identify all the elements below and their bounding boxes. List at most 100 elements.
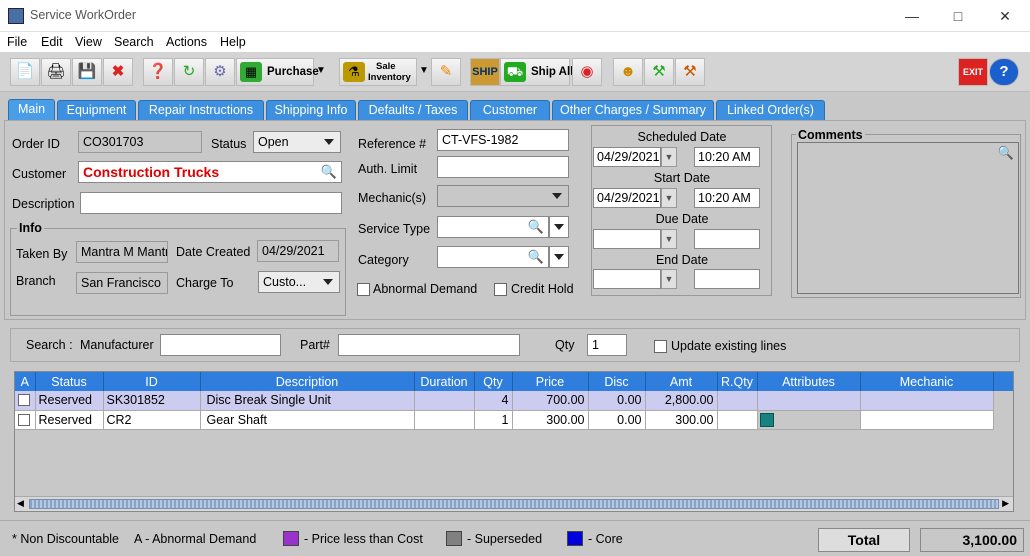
start-date-field[interactable]: 04/29/2021 — [593, 188, 661, 208]
ship-all-button[interactable]: ⛟ Ship All — [500, 58, 573, 86]
scheduled-time-field[interactable]: 10:20 AM — [694, 147, 760, 167]
attribute-swatch[interactable] — [759, 412, 774, 427]
customer-field[interactable]: Construction Trucks 🔍 — [78, 161, 342, 183]
col-header-a[interactable]: A — [15, 372, 36, 391]
credit-hold-checkbox[interactable] — [494, 283, 507, 296]
auth-limit-field[interactable] — [437, 156, 569, 178]
menu-edit[interactable]: Edit — [41, 35, 63, 49]
col-header-mechanic[interactable]: Mechanic — [860, 372, 994, 391]
menu-search[interactable]: Search — [114, 35, 154, 49]
update-existing-checkbox[interactable] — [654, 340, 667, 353]
col-header-amt[interactable]: Amt — [645, 372, 718, 391]
exit-icon[interactable]: EXIT — [958, 58, 988, 86]
end-date-field[interactable] — [593, 269, 661, 289]
scroll-right-icon[interactable]: ▶ — [1002, 498, 1009, 509]
ship-icon[interactable]: SHIP — [470, 58, 500, 86]
table-row[interactable]: Reserved CR2 Gear Shaft 1 300.00 0.00 30… — [15, 410, 1013, 430]
end-time-field[interactable] — [694, 269, 760, 289]
row-checkbox[interactable] — [18, 394, 30, 407]
col-header-qty[interactable]: Qty — [474, 372, 513, 391]
due-time-field[interactable] — [694, 229, 760, 249]
mechanics-select[interactable] — [437, 185, 569, 207]
service-type-dropdown[interactable] — [549, 216, 569, 238]
tab-defaults-taxes[interactable]: Defaults / Taxes — [358, 100, 468, 120]
charge-to-select[interactable]: Custo... — [258, 271, 340, 293]
description-label: Description — [12, 197, 75, 211]
new-document-icon[interactable]: 📄 — [10, 58, 40, 86]
row-checkbox[interactable] — [18, 413, 30, 426]
settings-icon[interactable]: ⚙ — [205, 58, 235, 86]
description-field[interactable] — [80, 192, 342, 214]
truck-icon: ⛟ — [504, 62, 526, 82]
edit-pencil-icon[interactable]: ✎ — [431, 58, 461, 86]
tab-other-charges-summary[interactable]: Other Charges / Summary — [552, 100, 714, 120]
status-select[interactable]: Open — [253, 131, 341, 153]
window-title: Service WorkOrder — [30, 8, 137, 22]
scheduled-date-picker-icon[interactable]: ▼ — [661, 147, 677, 167]
minimize-icon[interactable]: — — [902, 6, 922, 26]
col-header-id[interactable]: ID — [103, 372, 201, 391]
scheduled-date-field[interactable]: 04/29/2021 — [593, 147, 661, 167]
category-field[interactable]: 🔍 — [437, 246, 549, 268]
tab-equipment[interactable]: Equipment — [57, 100, 136, 120]
qty-input[interactable]: 1 — [587, 334, 627, 356]
save-icon[interactable]: 💾 — [72, 58, 102, 86]
tab-shipping-info[interactable]: Shipping Info — [266, 100, 356, 120]
scrollbar-thumb[interactable] — [29, 499, 999, 509]
part-input[interactable] — [338, 334, 520, 356]
end-date-picker-icon[interactable]: ▼ — [661, 269, 677, 289]
start-date-picker-icon[interactable]: ▼ — [661, 188, 677, 208]
menu-file[interactable]: File — [7, 35, 27, 49]
tab-main[interactable]: Main — [8, 99, 55, 120]
service-type-field[interactable]: 🔍 — [437, 216, 549, 238]
col-header-price[interactable]: Price — [512, 372, 589, 391]
search-icon[interactable]: 🔍 — [528, 219, 544, 235]
refresh-icon[interactable]: ↻ — [174, 58, 204, 86]
tab-customer[interactable]: Customer — [470, 100, 550, 120]
sale-inventory-button[interactable]: ⚗ Sale Inventory — [339, 58, 417, 86]
toolbar: 📄 🖨 💾 ✖ ❓ ↻ ⚙ ▦ Purchase ▼ ⚗ Sale Invent… — [0, 52, 1030, 92]
horizontal-scrollbar[interactable]: ◀ ▶ — [15, 496, 1013, 511]
help-document-icon[interactable]: ❓ — [143, 58, 173, 86]
maximize-icon[interactable]: □ — [948, 6, 968, 26]
col-header-disc[interactable]: Disc — [588, 372, 646, 391]
col-header-attributes[interactable]: Attributes — [757, 372, 861, 391]
category-dropdown[interactable] — [549, 246, 569, 268]
apple-icon[interactable]: ◉ — [572, 58, 602, 86]
comments-textarea[interactable]: 🔍 — [797, 142, 1019, 294]
menu-view[interactable]: View — [75, 35, 102, 49]
table-row[interactable]: Reserved SK301852 Disc Break Single Unit… — [15, 391, 1013, 411]
remove-tool-icon[interactable]: ⚒ — [675, 58, 705, 86]
menu-help[interactable]: Help — [220, 35, 246, 49]
print-icon[interactable]: 🖨 — [41, 58, 71, 86]
row-qty: 1 — [474, 410, 513, 430]
status-label: Status — [211, 137, 247, 151]
col-header-status[interactable]: Status — [35, 372, 104, 391]
purchase-button[interactable]: ▦ Purchase — [236, 58, 319, 86]
reference-field[interactable]: CT-VFS-1982 — [437, 129, 569, 151]
add-tool-icon[interactable]: ⚒ — [644, 58, 674, 86]
col-header-rqty[interactable]: R.Qty — [717, 372, 758, 391]
search-icon[interactable]: 🔍 — [528, 249, 544, 265]
row-duration — [414, 410, 475, 430]
tab-repair-instructions[interactable]: Repair Instructions — [138, 100, 264, 120]
tab-linked-orders[interactable]: Linked Order(s) — [716, 100, 825, 120]
abnormal-demand-checkbox[interactable] — [357, 283, 370, 296]
search-icon[interactable]: 🔍 — [321, 164, 337, 180]
due-date-field[interactable] — [593, 229, 661, 249]
col-header-duration[interactable]: Duration — [414, 372, 475, 391]
search-icon[interactable]: 🔍 — [998, 145, 1014, 161]
purchase-dropdown-icon[interactable]: ▼ — [316, 58, 326, 86]
mechanic-icon[interactable]: ☻ — [613, 58, 643, 86]
due-date-picker-icon[interactable]: ▼ — [661, 229, 677, 249]
charge-to-label: Charge To — [176, 276, 234, 290]
manufacturer-input[interactable] — [160, 334, 281, 356]
sale-inventory-dropdown-icon[interactable]: ▼ — [419, 58, 429, 86]
close-icon[interactable]: ✕ — [995, 6, 1015, 26]
delete-icon[interactable]: ✖ — [103, 58, 133, 86]
start-time-field[interactable]: 10:20 AM — [694, 188, 760, 208]
help-icon[interactable]: ? — [989, 58, 1019, 86]
col-header-description[interactable]: Description — [200, 372, 415, 391]
scroll-left-icon[interactable]: ◀ — [17, 498, 24, 509]
menu-actions[interactable]: Actions — [166, 35, 207, 49]
